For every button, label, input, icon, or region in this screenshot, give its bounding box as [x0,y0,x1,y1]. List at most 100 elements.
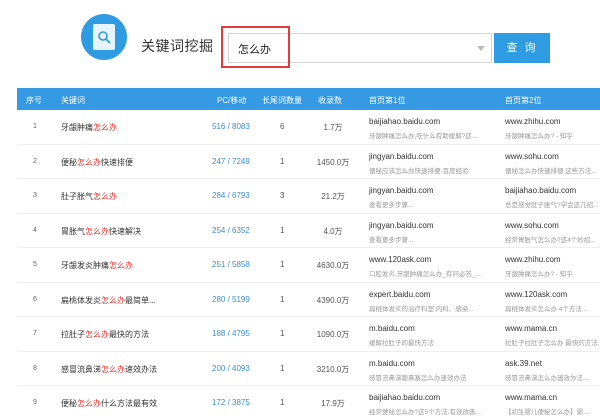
rank2-domain-link[interactable]: www.sohu.com [505,152,559,161]
table-row[interactable]: 7 拉肚子怎么办最快的方法 188 / 4795 1 1090.0万 m.baidu.co… [17,317,600,352]
longtail-count: 1 [280,260,285,269]
longtail-count: 1 [280,363,285,373]
col-indexed-header: 收录数 [318,96,342,105]
document-search-icon [93,24,115,50]
rank1-title: 感冒流鼻涕跟鼻塞怎么办速效办法 [369,374,467,382]
row-index: 1 [33,123,37,130]
table-row[interactable]: 3 肚子胀气怎么办 284 / 6793 3 21.2万 jingyan.baidu.co… [17,179,600,214]
rank2-domain-link[interactable]: ask.39.net [505,359,542,368]
pc-mobile-index-link[interactable]: 188 / 4795 [212,329,250,338]
keyword-link[interactable]: 感冒流鼻涕怎么办速效办法 [61,364,157,375]
rank1-domain-link[interactable]: m.baidu.com [369,359,415,368]
table-row[interactable]: 8 感冒流鼻涕怎么办速效办法 200 / 4093 1 3210.0万 m.baidu.c… [17,352,600,386]
rank2-domain-link[interactable]: www.sohu.com [505,221,559,230]
indexed-count: 1090.0万 [316,330,350,339]
rank1-title: 牙龈肿痛怎么办,吃什么有助缓解?这... [369,133,478,140]
keyword-highlight: 怎么办 [93,123,117,132]
keyword-suffix: 速效办法 [125,364,157,374]
rank1-domain-link[interactable]: jingyan.baidu.com [369,186,433,195]
table-row[interactable]: 4 胃胀气怎么办快速解决 254 / 6352 1 4.0万 jingyan.baidu.… [17,214,600,248]
pc-mobile-index-link[interactable]: 254 / 6352 [212,226,250,235]
rank1-domain-link[interactable]: m.baidu.com [369,324,415,333]
col-rank1-header: 首页第1位 [369,96,406,105]
keyword-prefix: 扁桃体发炎 [61,295,101,305]
keyword-prefix: 便秘 [61,157,77,167]
keyword-suffix: 快速排便 [101,157,133,167]
pc-mobile-index-link[interactable]: 247 / 7249 [212,157,250,166]
indexed-count: 17.9万 [321,399,345,408]
rank2-domain-link[interactable]: www.zhihu.com [505,255,561,264]
rank1-title: 口腔发炎,牙龈肿痛怎么办_有问必答_... [369,271,481,278]
table-row[interactable]: 5 牙龈发炎肿痛怎么办 251 / 5858 1 4630.0万 www.120ask.c… [17,248,600,283]
rank1-domain-link[interactable]: baijiahao.baidu.com [369,393,440,402]
rank2-title: 拉肚子拉肚子怎么办 最快的方法... [505,340,600,347]
rank2-title: 扁桃体发炎怎么办 4个方法... [505,305,588,313]
indexed-count: 3210.0万 [316,364,350,374]
keyword-link[interactable]: 肚子胀气怎么办 [61,191,117,202]
rank2-domain-link[interactable]: www.120ask.com [505,290,567,299]
pc-mobile-index-link[interactable]: 516 / 8083 [212,122,250,131]
row-index: 4 [33,226,37,234]
keyword-suffix: 什么方法最有效 [101,399,157,408]
keyword-link[interactable]: 牙龈肿痛怎么办 [61,122,117,133]
annotation-highlight-box [221,26,290,68]
keyword-link[interactable]: 扁桃体发炎怎么办最简单... [61,295,156,306]
keyword-highlight: 怎么办 [85,226,109,236]
col-index-header: 序号 [26,96,42,105]
rank1-domain-link[interactable]: expert.baidu.com [369,290,430,299]
indexed-count: 1450.0万 [316,157,350,167]
header: 关键词挖掘 怎么办 查 询 [0,0,600,88]
keyword-highlight: 怎么办 [109,261,133,270]
rank2-title: 【初生婴儿便秘怎么办】婴... [505,409,589,416]
rank2-domain-link[interactable]: www.mama.cn [505,324,557,333]
row-index: 7 [33,330,37,337]
row-index: 8 [33,364,37,372]
pc-mobile-index-link[interactable]: 200 / 4093 [212,364,250,373]
keyword-prefix: 便秘 [61,399,77,408]
chevron-down-icon[interactable] [477,46,485,51]
pc-mobile-index-link[interactable]: 172 / 3875 [212,398,250,407]
rank1-domain-link[interactable]: baijiahao.baidu.com [369,117,440,126]
rank2-title: 经常胃胀气怎么办?这4个妙招... [505,236,596,244]
row-index: 5 [33,261,37,268]
rank2-domain-link[interactable]: baijiahao.baidu.com [505,186,576,195]
longtail-count: 6 [280,122,285,131]
pc-mobile-index-link[interactable]: 280 / 5199 [212,295,250,304]
keyword-suffix: 最快的方法 [109,330,149,339]
rank1-domain-link[interactable]: www.120ask.com [369,255,431,264]
table-row[interactable]: 6 扁桃体发炎怎么办最简单... 280 / 5199 1 4390.0万 expert.… [17,283,600,317]
rank1-title: 扁桃体发炎的治疗科室:内科、感染... [369,305,474,313]
rank2-domain-link[interactable]: www.mama.cn [505,393,557,402]
longtail-count: 1 [280,398,285,407]
table-body: 1 牙龈肿痛怎么办 516 / 8083 6 1.7万 baijiahao.baidu.c… [17,110,600,419]
keyword-link[interactable]: 牙龈发炎肿痛怎么办 [61,260,133,271]
keyword-suffix: 快速解决 [109,226,141,236]
keyword-prefix: 胃胀气 [61,226,85,236]
rank2-title: 牙龈肿痛怎么办? - 知乎 [505,133,573,140]
rank2-domain-link[interactable]: www.zhihu.com [505,117,561,126]
table-row[interactable]: 1 牙龈肿痛怎么办 516 / 8083 6 1.7万 baijiahao.baidu.c… [17,110,600,145]
rank1-title: 查看更多步骤... [369,202,414,209]
keyword-link[interactable]: 便秘怎么办什么方法最有效 [61,398,157,409]
keyword-suffix: 最简单... [125,295,156,305]
keyword-highlight: 怎么办 [77,157,101,167]
search-button[interactable]: 查 询 [494,33,550,63]
longtail-count: 3 [280,191,285,200]
rank2-title: 感冒流鼻涕怎么办速效办法... [505,374,589,382]
table-row[interactable]: 9 便秘怎么办什么方法最有效 172 / 3875 1 17.9万 baijiahao.b… [17,386,600,419]
table-row[interactable]: 2 便秘怎么办快速排便 247 / 7249 1 1450.0万 jingyan.baid… [17,145,600,179]
keyword-link[interactable]: 胃胀气怎么办快速解决 [61,226,141,237]
keyword-link[interactable]: 便秘怎么办快速排便 [61,157,133,168]
pc-mobile-index-link[interactable]: 251 / 5858 [212,260,250,269]
longtail-count: 1 [280,156,285,166]
page-title: 关键词挖掘 [141,38,214,54]
keyword-link[interactable]: 拉肚子怎么办最快的方法 [61,329,149,340]
col-pc-mobile-header: PC/移动 [217,96,247,105]
pc-mobile-index-link[interactable]: 284 / 6793 [212,191,250,200]
indexed-count: 4390.0万 [316,295,350,305]
keyword-prefix: 牙龈肿痛 [61,123,93,132]
rank2-title: 牙龈肿痛怎么办? - 知乎 [505,271,573,278]
keyword-highlight: 怎么办 [101,364,125,374]
rank1-domain-link[interactable]: jingyan.baidu.com [369,221,433,230]
rank1-domain-link[interactable]: jingyan.baidu.com [369,152,433,161]
